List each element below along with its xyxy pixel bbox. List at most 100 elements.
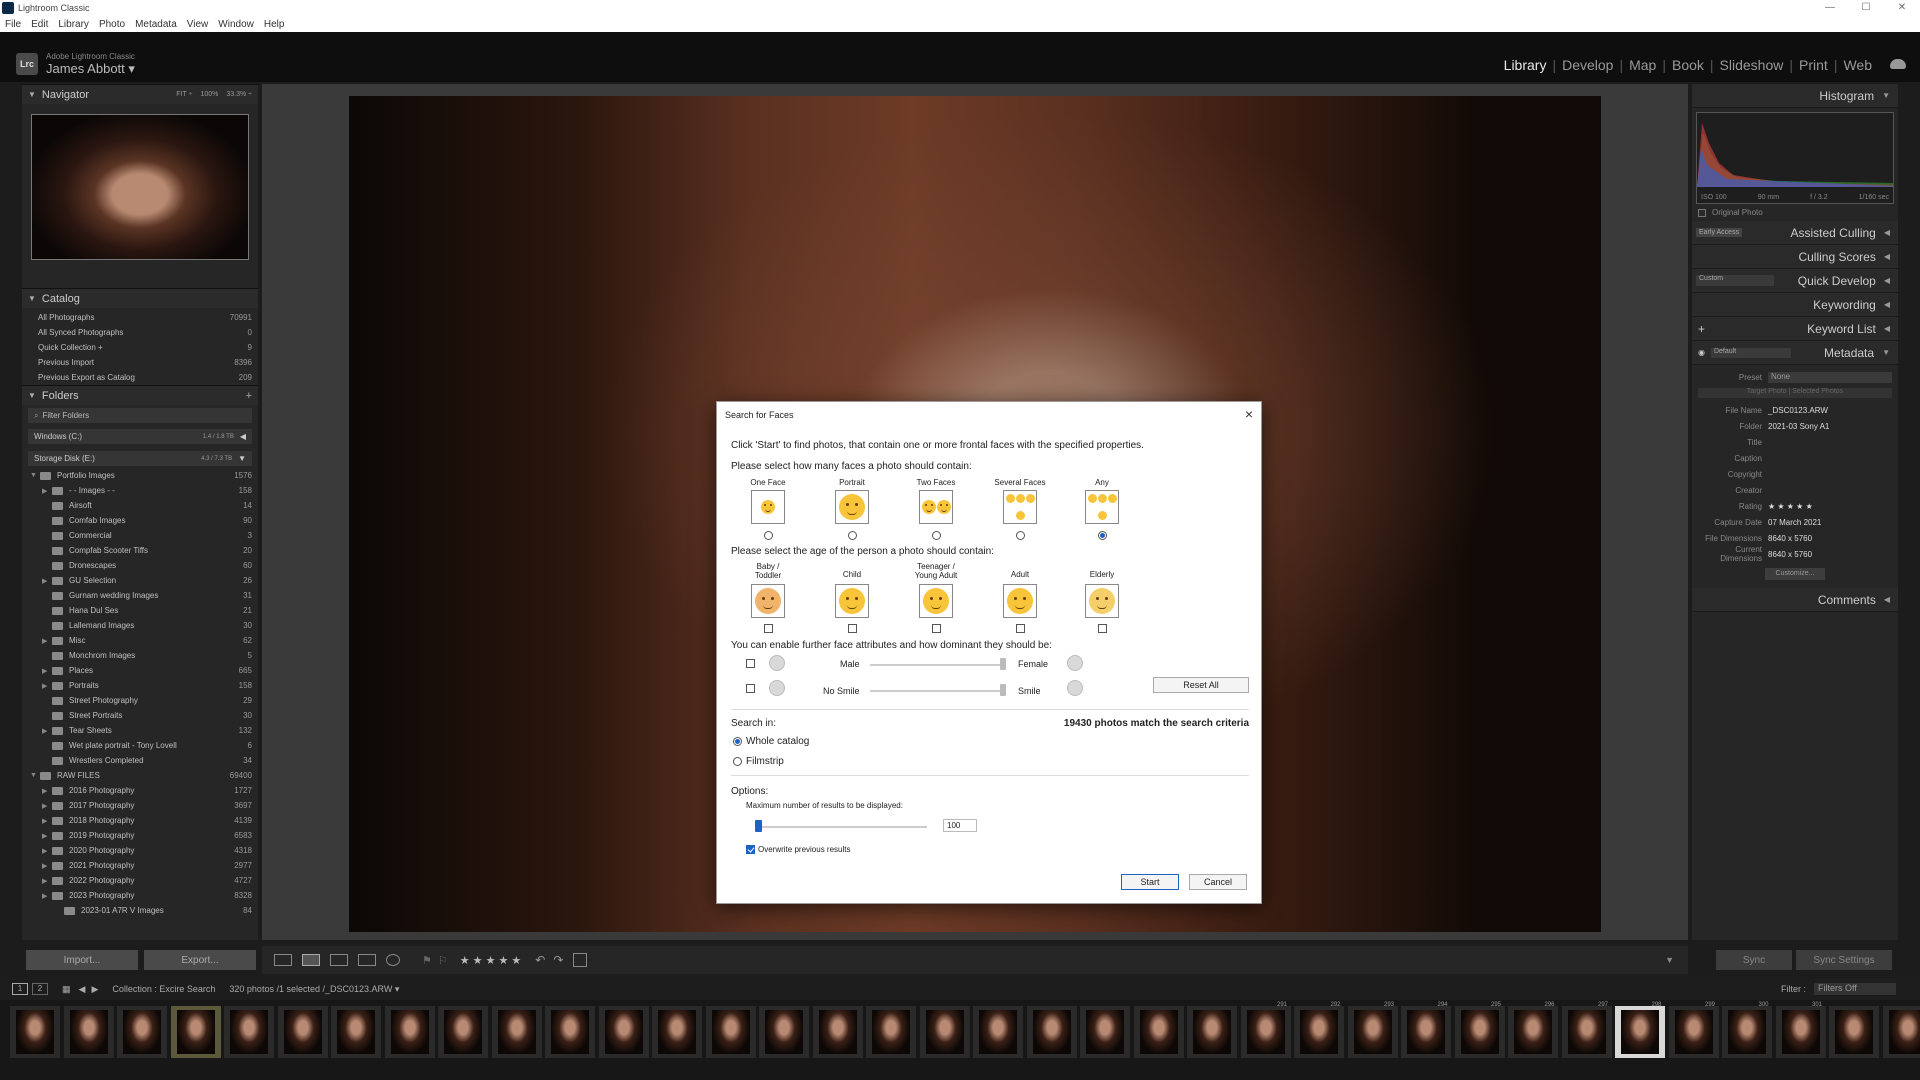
reject-flag-icon[interactable]: ⚐ xyxy=(438,954,448,967)
folder-item[interactable]: ▶GU Selection26 xyxy=(30,573,258,588)
volume-storage[interactable]: Storage Disk (E:) 4.3 / 7.3 TB ▼ xyxy=(28,451,252,466)
disclosure-icon[interactable]: ▶ xyxy=(42,832,52,840)
close-icon[interactable]: × xyxy=(1245,406,1253,422)
metadata-value[interactable]: 8640 x 5760 xyxy=(1768,534,1898,543)
overwrite-checkbox[interactable] xyxy=(746,845,755,854)
filmstrip-thumbnail[interactable] xyxy=(1401,1006,1451,1058)
folder-item[interactable]: Lallemand Images30 xyxy=(30,618,258,633)
filmstrip-thumbnail[interactable] xyxy=(973,1006,1023,1058)
target-toggle[interactable]: Target Photo | Selected Photos xyxy=(1698,388,1892,398)
menu-metadata[interactable]: Metadata xyxy=(130,19,182,30)
filmstrip-thumbnail[interactable] xyxy=(1294,1006,1344,1058)
filmstrip-thumbnail[interactable] xyxy=(1348,1006,1398,1058)
catalog-item[interactable]: Previous Export as Catalog209 xyxy=(38,370,258,385)
disclosure-icon[interactable]: ▶ xyxy=(42,727,52,735)
disclosure-icon[interactable]: ▶ xyxy=(42,487,52,495)
filmstrip-thumbnail[interactable] xyxy=(1562,1006,1612,1058)
catalog-header[interactable]: ▼ Catalog xyxy=(22,288,258,308)
disclosure-icon[interactable]: ▶ xyxy=(42,667,52,675)
folder-item[interactable]: ▶Misc62 xyxy=(30,633,258,648)
filmstrip-thumbnail[interactable] xyxy=(171,1006,221,1058)
folder-item[interactable]: Gurnam wedding Images31 xyxy=(30,588,258,603)
forward-arrow-icon[interactable]: ▶ xyxy=(91,984,98,995)
menu-library[interactable]: Library xyxy=(53,19,94,30)
cancel-button[interactable]: Cancel xyxy=(1189,874,1247,890)
filmstrip-thumbnail[interactable] xyxy=(1722,1006,1772,1058)
culling-scores-header[interactable]: Culling Scores◀ xyxy=(1692,245,1898,269)
folders-header[interactable]: ▼ Folders + xyxy=(22,385,258,405)
sync-settings-button[interactable]: Sync Settings xyxy=(1796,950,1892,970)
grid-view-icon[interactable] xyxy=(274,954,292,966)
comments-header[interactable]: Comments◀ xyxy=(1692,588,1898,612)
collection-source[interactable]: Collection : Excire Search xyxy=(112,984,215,994)
filmstrip-thumbnail[interactable] xyxy=(1776,1006,1826,1058)
gender-slider-track[interactable] xyxy=(870,664,1006,666)
two-faces-icon[interactable] xyxy=(919,490,953,524)
filmstrip-thumbnail[interactable] xyxy=(759,1006,809,1058)
navigator-header[interactable]: ▼ Navigator FIT ÷ 100% 33.3% ÷ xyxy=(22,84,258,104)
filmstrip-thumbnail[interactable] xyxy=(545,1006,595,1058)
disclosure-icon[interactable]: ▼ xyxy=(30,472,40,479)
folder-item[interactable]: ▶Portraits158 xyxy=(30,678,258,693)
disclosure-icon[interactable]: ▶ xyxy=(42,637,52,645)
any-faces-icon[interactable] xyxy=(1085,490,1119,524)
folder-item[interactable]: Hana Dul Ses21 xyxy=(30,603,258,618)
sync-metadata-button[interactable]: Sync xyxy=(1716,950,1792,970)
elderly-face-icon[interactable] xyxy=(1085,584,1119,618)
minimize-button[interactable]: — xyxy=(1812,0,1848,16)
catalog-item[interactable]: All Photographs70991 xyxy=(38,310,258,325)
keywording-header[interactable]: Keywording◀ xyxy=(1692,293,1898,317)
menu-file[interactable]: File xyxy=(0,19,26,30)
gender-slider-thumb[interactable] xyxy=(1000,658,1006,670)
histogram-header[interactable]: Histogram▼ xyxy=(1692,84,1898,108)
adult-face-icon[interactable] xyxy=(1003,584,1037,618)
portrait-icon[interactable] xyxy=(835,490,869,524)
maximize-button[interactable]: ☐ xyxy=(1848,0,1884,16)
metadata-field[interactable]: Rating★ ★ ★ ★ ★ xyxy=(1692,498,1898,514)
module-web[interactable]: Web xyxy=(1843,57,1872,73)
filmstrip-thumbnail[interactable] xyxy=(1134,1006,1184,1058)
catalog-item[interactable]: All Synced Photographs0 xyxy=(38,325,258,340)
filmstrip-thumbnail[interactable] xyxy=(385,1006,435,1058)
toolbar-menu-icon[interactable]: ▼ xyxy=(1665,955,1674,965)
filmstrip-thumbnail[interactable] xyxy=(1241,1006,1291,1058)
folder-item[interactable]: ▶2021 Photography2977 xyxy=(30,858,258,873)
filmstrip-thumbnail[interactable] xyxy=(1508,1006,1558,1058)
radio-two-faces[interactable] xyxy=(932,531,941,540)
catalog-item[interactable]: Previous Import8396 xyxy=(38,355,258,370)
menu-view[interactable]: View xyxy=(182,19,214,30)
filmstrip-thumbnail[interactable] xyxy=(278,1006,328,1058)
radio-whole-catalog[interactable] xyxy=(733,737,742,746)
add-keyword-icon[interactable]: + xyxy=(1698,322,1705,336)
filmstrip-thumbnail[interactable] xyxy=(1455,1006,1505,1058)
folder-item[interactable]: ▶2016 Photography1727 xyxy=(30,783,258,798)
filmstrip-thumbnail[interactable] xyxy=(1829,1006,1879,1058)
selection-info[interactable]: 320 photos /1 selected /_DSC0123.ARW ▾ xyxy=(229,984,399,995)
menu-edit[interactable]: Edit xyxy=(26,19,53,30)
zoom-100[interactable]: 100% xyxy=(200,91,218,98)
crop-overlay-icon[interactable] xyxy=(573,953,587,967)
filmstrip-thumbnail[interactable] xyxy=(1669,1006,1719,1058)
compare-view-icon[interactable] xyxy=(330,954,348,966)
module-print[interactable]: Print xyxy=(1799,57,1828,73)
module-slideshow[interactable]: Slideshow xyxy=(1720,57,1784,73)
catalog-item[interactable]: Quick Collection +9 xyxy=(38,340,258,355)
menu-photo[interactable]: Photo xyxy=(94,19,130,30)
folder-item[interactable]: ▶Places665 xyxy=(30,663,258,678)
preset-select[interactable]: None xyxy=(1768,372,1892,383)
quick-develop-header[interactable]: Custom Quick Develop◀ xyxy=(1692,269,1898,293)
rotate-left-icon[interactable]: ↶ xyxy=(535,953,545,967)
filmstrip-thumbnail[interactable] xyxy=(866,1006,916,1058)
metadata-field[interactable]: Copyright xyxy=(1692,466,1898,482)
age-child-checkbox[interactable] xyxy=(848,624,857,633)
menu-window[interactable]: Window xyxy=(213,19,259,30)
radio-portrait[interactable] xyxy=(848,531,857,540)
module-map[interactable]: Map xyxy=(1629,57,1656,73)
back-arrow-icon[interactable]: ◀ xyxy=(79,984,86,995)
filter-folders-field[interactable]: ⌕ Filter Folders xyxy=(28,408,252,423)
module-book[interactable]: Book xyxy=(1672,57,1704,73)
folder-item[interactable]: Street Photography29 xyxy=(30,693,258,708)
metadata-value[interactable]: 07 March 2021 xyxy=(1768,518,1898,527)
eye-icon[interactable]: ◉ xyxy=(1698,348,1705,357)
disclosure-icon[interactable]: ▶ xyxy=(42,787,52,795)
